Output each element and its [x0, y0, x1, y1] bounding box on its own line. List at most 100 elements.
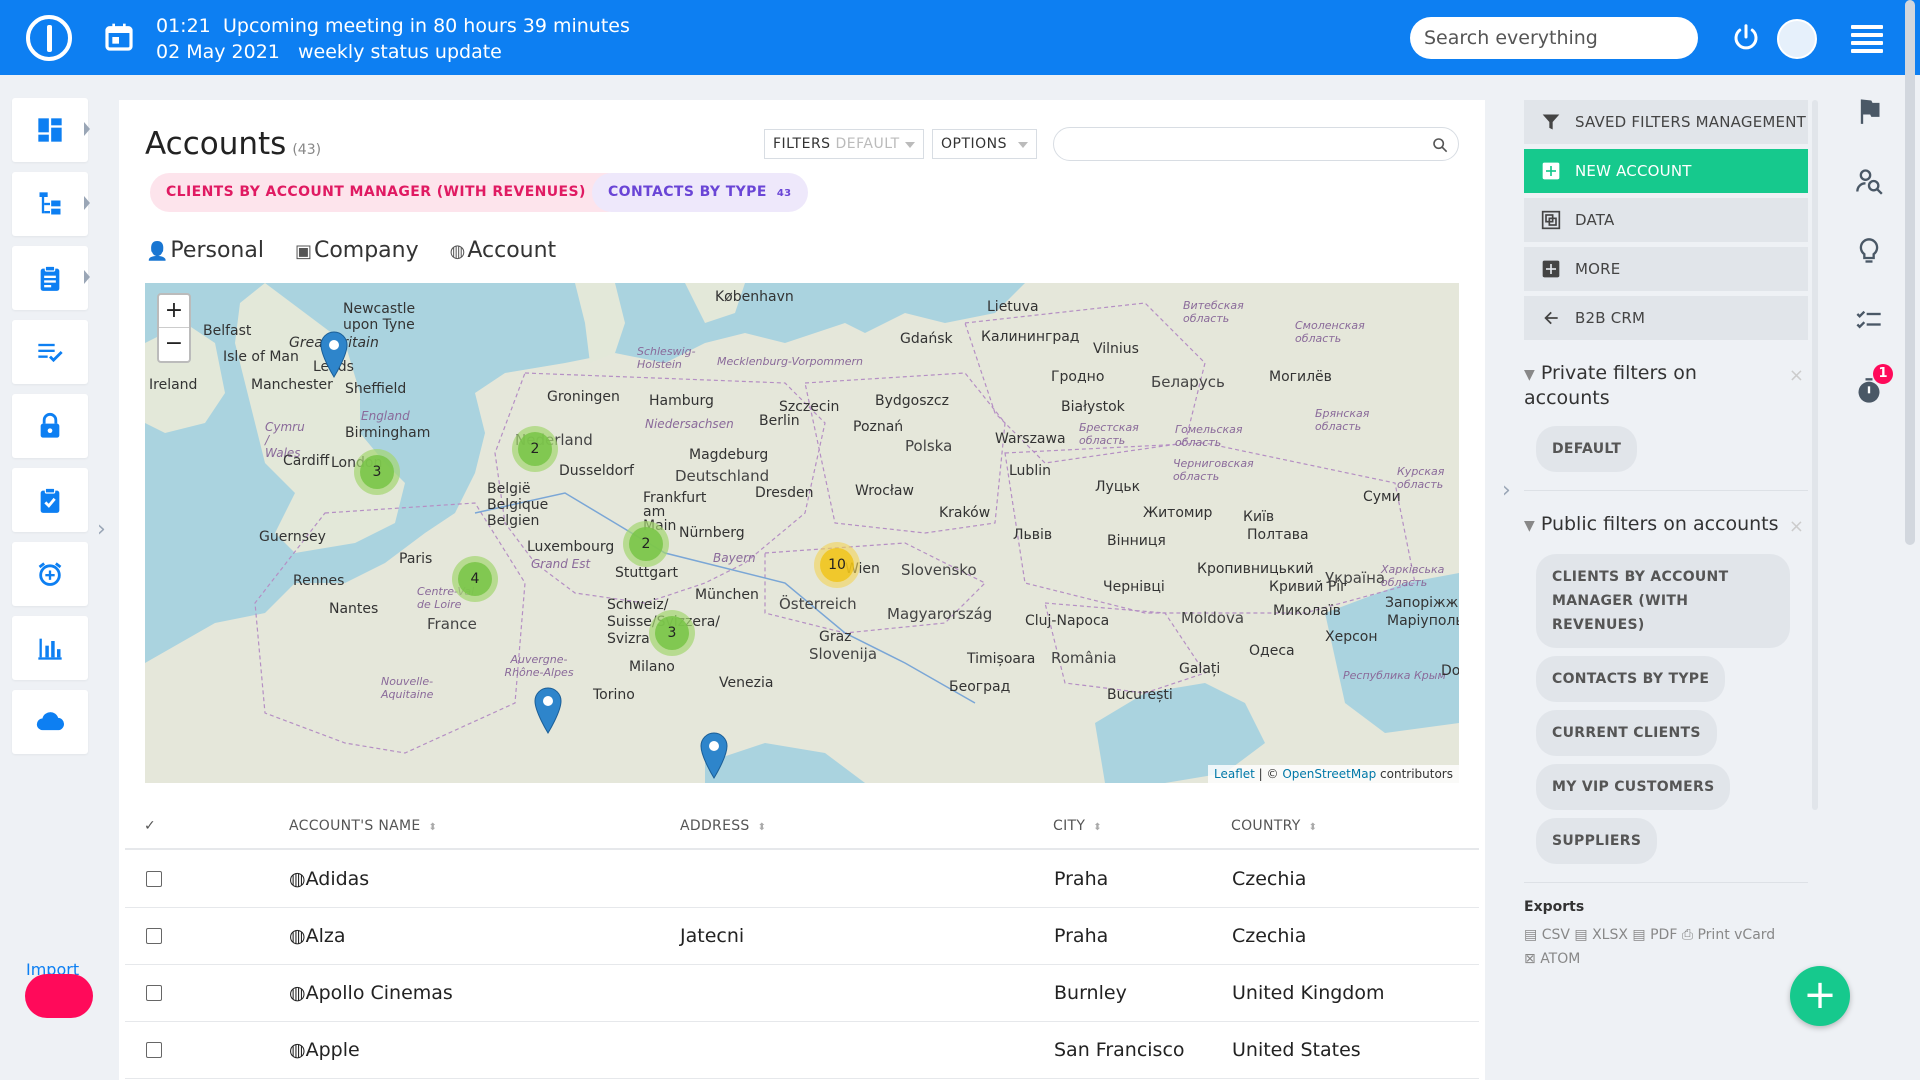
main-content: Accounts (43) FILTERS DEFAULT OPTIONS CLI…	[119, 100, 1485, 1080]
export-atom-link[interactable]: ATOM	[1540, 951, 1580, 967]
map-cluster[interactable]: 3	[649, 610, 695, 656]
clipboard-list-icon	[40, 265, 60, 291]
column-header-address[interactable]: ADDRESS ⬍	[680, 818, 766, 834]
expand-arrow-icon[interactable]	[84, 122, 90, 136]
flag-icon[interactable]	[1855, 97, 1883, 125]
nav-tasks[interactable]	[12, 246, 90, 310]
data-icon	[1541, 210, 1561, 230]
nav-timer[interactable]	[12, 542, 88, 606]
nav-reports[interactable]	[12, 616, 88, 680]
account-name-link[interactable]: ◍Alza	[289, 925, 346, 947]
tab-company[interactable]: ▣Company	[295, 238, 419, 263]
table-row[interactable]: ◍Apple San Francisco United States	[125, 1022, 1479, 1079]
map-label: Niedersachsen	[645, 417, 734, 431]
map-label: Torino	[593, 687, 635, 703]
column-header-city[interactable]: CITY ⬍	[1053, 818, 1102, 834]
map-cluster[interactable]: 2	[623, 521, 669, 567]
saved-filter-chip[interactable]: CLIENTS BY ACCOUNT MANAGER (WITH REVENUE…	[150, 173, 627, 212]
power-icon[interactable]	[1731, 22, 1761, 52]
new-account-button[interactable]: NEW ACCOUNT	[1524, 149, 1808, 193]
calendar-icon[interactable]	[103, 21, 135, 53]
tab-account[interactable]: ◍Account	[450, 238, 557, 263]
chat-bubble-button[interactable]	[25, 974, 93, 1018]
map-marker-icon[interactable]	[533, 686, 563, 734]
row-checkbox[interactable]	[146, 928, 162, 944]
table-row[interactable]: ◍Apollo Cinemas Burnley United Kingdom	[125, 965, 1479, 1022]
app-logo[interactable]	[26, 15, 72, 61]
nav-cloud[interactable]	[12, 690, 88, 754]
export-xlsx-link[interactable]: XLSX	[1592, 927, 1628, 943]
export-csv-link[interactable]: CSV	[1542, 927, 1570, 943]
map-marker-icon[interactable]	[699, 731, 729, 779]
export-vcard-link[interactable]: Print vCard	[1697, 927, 1775, 943]
nav-dashboard[interactable]	[12, 98, 90, 162]
filter-chip[interactable]: CURRENT CLIENTS	[1536, 710, 1717, 756]
user-avatar[interactable]	[1777, 19, 1817, 59]
sidebar-expand-icon[interactable]: ›	[97, 517, 106, 542]
account-name-link[interactable]: ◍Apple	[289, 1039, 360, 1061]
account-name-link[interactable]: ◍Apollo Cinemas	[289, 982, 453, 1004]
map-cluster[interactable]: 10	[814, 542, 860, 588]
saved-filters-management-button[interactable]: SAVED FILTERS MANAGEMENT	[1524, 100, 1808, 144]
saved-filter-chip[interactable]: CONTACTS BY TYPE 43	[592, 173, 808, 212]
export-pdf-link[interactable]: PDF	[1650, 927, 1677, 943]
leaflet-link[interactable]: Leaflet	[1214, 767, 1255, 781]
filter-chip[interactable]: CONTACTS BY TYPE	[1536, 656, 1726, 702]
nav-security[interactable]	[12, 394, 88, 458]
table-row[interactable]: ◍Adidas Praha Czechia	[125, 851, 1479, 908]
filter-chip[interactable]: MY VIP CUSTOMERS	[1536, 764, 1731, 810]
column-header-country[interactable]: COUNTRY ⬍	[1231, 818, 1317, 834]
nav-checklist[interactable]	[12, 320, 88, 384]
filter-chip[interactable]: CLIENTS BY ACCOUNT MANAGER (WITH REVENUE…	[1536, 554, 1790, 648]
column-label: COUNTRY	[1231, 818, 1301, 834]
global-search-input[interactable]: Search everything	[1410, 17, 1698, 59]
right-panel-collapse-icon[interactable]: ›	[1502, 478, 1511, 503]
select-all-checkbox[interactable]: ✓	[144, 818, 156, 834]
filter-chip[interactable]: DEFAULT	[1536, 426, 1638, 472]
row-checkbox[interactable]	[146, 985, 162, 1001]
map-cluster[interactable]: 4	[452, 556, 498, 602]
add-fab-button[interactable]: +	[1790, 966, 1850, 1026]
map-label: Slovensko	[901, 561, 977, 579]
map-marker-icon[interactable]	[319, 330, 349, 378]
filter-chip[interactable]: SUPPLIERS	[1536, 818, 1658, 864]
upcoming-meeting[interactable]: 01:21 Upcoming meeting in 80 hours 39 min…	[156, 13, 630, 65]
column-header-name[interactable]: ACCOUNT'S NAME ⬍	[289, 818, 437, 834]
map-label: Milano	[629, 659, 675, 675]
user-search-icon[interactable]	[1855, 167, 1883, 195]
task-list-icon[interactable]	[1855, 307, 1883, 335]
close-icon[interactable]: ×	[1789, 364, 1804, 387]
sort-icon: ⬍	[1093, 822, 1102, 833]
account-name-link[interactable]: ◍Adidas	[289, 868, 369, 890]
row-checkbox[interactable]	[146, 1042, 162, 1058]
map-cluster[interactable]: 3	[354, 449, 400, 495]
osm-link[interactable]: OpenStreetMap	[1282, 767, 1376, 781]
nav-approvals[interactable]	[12, 468, 88, 532]
row-checkbox[interactable]	[146, 871, 162, 887]
right-panel-scrollbar[interactable]	[1812, 100, 1818, 810]
lightbulb-icon[interactable]	[1855, 237, 1883, 265]
tab-personal[interactable]: 👤Personal	[146, 238, 264, 263]
options-dropdown[interactable]: OPTIONS	[932, 129, 1037, 159]
page-scrollbar[interactable]	[1905, 0, 1915, 545]
zoom-out-button[interactable]: −	[159, 328, 189, 361]
nav-projects[interactable]	[12, 172, 90, 236]
data-button[interactable]: DATA	[1524, 198, 1808, 242]
map-cluster[interactable]: 2	[512, 426, 558, 472]
page-title-text: Accounts	[145, 126, 287, 162]
menu-icon[interactable]	[1851, 25, 1883, 53]
close-icon[interactable]: ×	[1789, 515, 1804, 538]
accounts-map[interactable]: + − København Lietuva Newcastle upon Tyn…	[145, 283, 1459, 783]
more-button[interactable]: MORE	[1524, 247, 1808, 291]
map-search-input[interactable]	[1053, 127, 1459, 161]
map-label: Херсон	[1325, 629, 1378, 645]
table-row[interactable]: ◍Alza Jatecni Praha Czechia	[125, 908, 1479, 965]
map-label: Polska	[905, 437, 953, 455]
expand-arrow-icon[interactable]	[84, 270, 90, 284]
search-icon[interactable]	[1432, 137, 1448, 153]
zoom-in-button[interactable]: +	[159, 295, 189, 328]
filters-dropdown[interactable]: FILTERS DEFAULT	[764, 129, 924, 159]
b2b-crm-button[interactable]: B2B CRM	[1524, 296, 1808, 340]
expand-arrow-icon[interactable]	[84, 196, 90, 210]
map-label: Rennes	[293, 573, 345, 589]
